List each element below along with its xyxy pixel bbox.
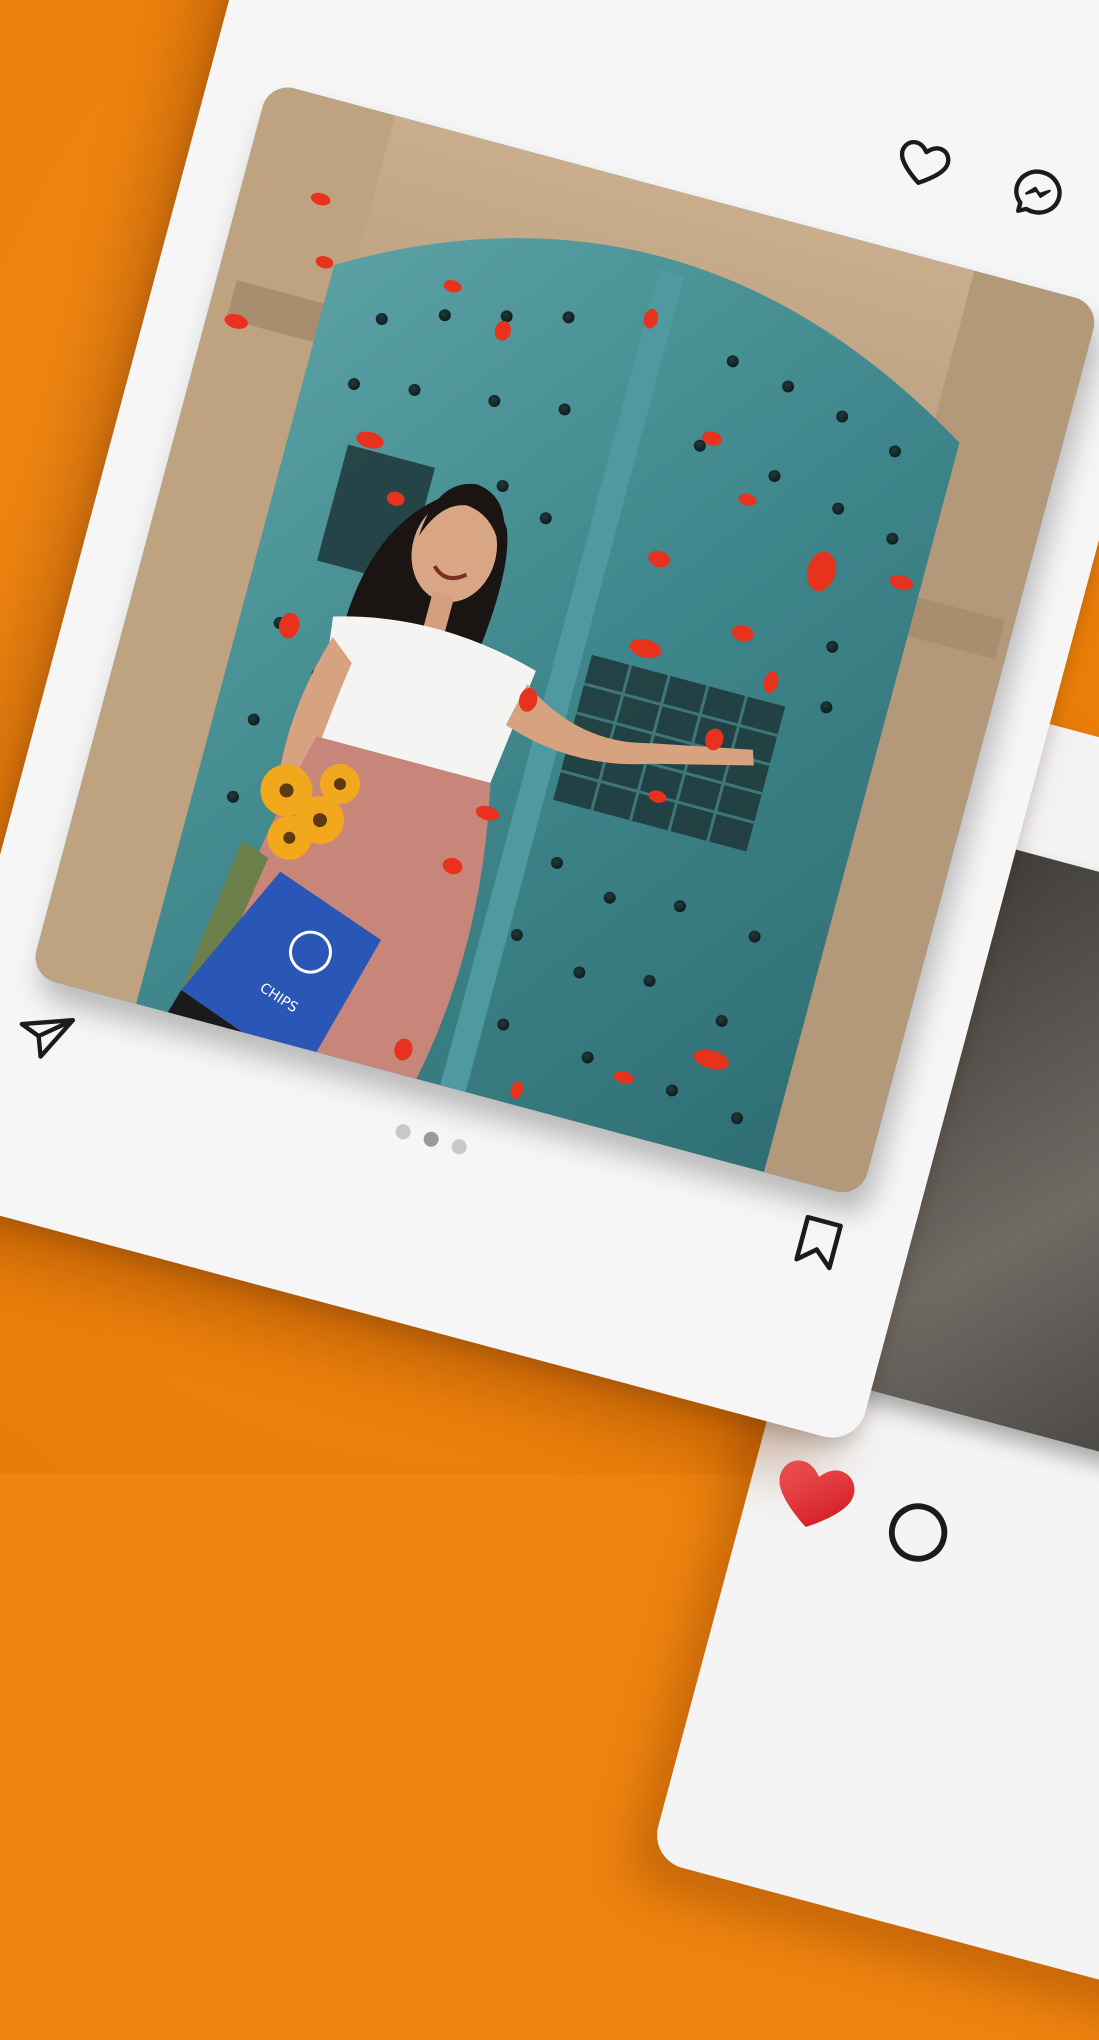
- comment-icon[interactable]: [875, 1490, 961, 1576]
- carousel-dot[interactable]: [449, 1137, 469, 1156]
- paper-plane-icon[interactable]: [8, 999, 79, 1070]
- post-photo[interactable]: CHIPS: [29, 81, 1099, 1198]
- heart-outline-icon[interactable]: [888, 127, 959, 198]
- heart-filled-icon[interactable]: [759, 1439, 869, 1549]
- carousel-indicator: [393, 1122, 469, 1156]
- post-header-actions: [888, 127, 1073, 229]
- carousel-dot[interactable]: [393, 1122, 413, 1141]
- messenger-icon[interactable]: [1002, 158, 1073, 229]
- carousel-dot-active[interactable]: [421, 1130, 441, 1149]
- bookmark-icon[interactable]: [783, 1207, 854, 1278]
